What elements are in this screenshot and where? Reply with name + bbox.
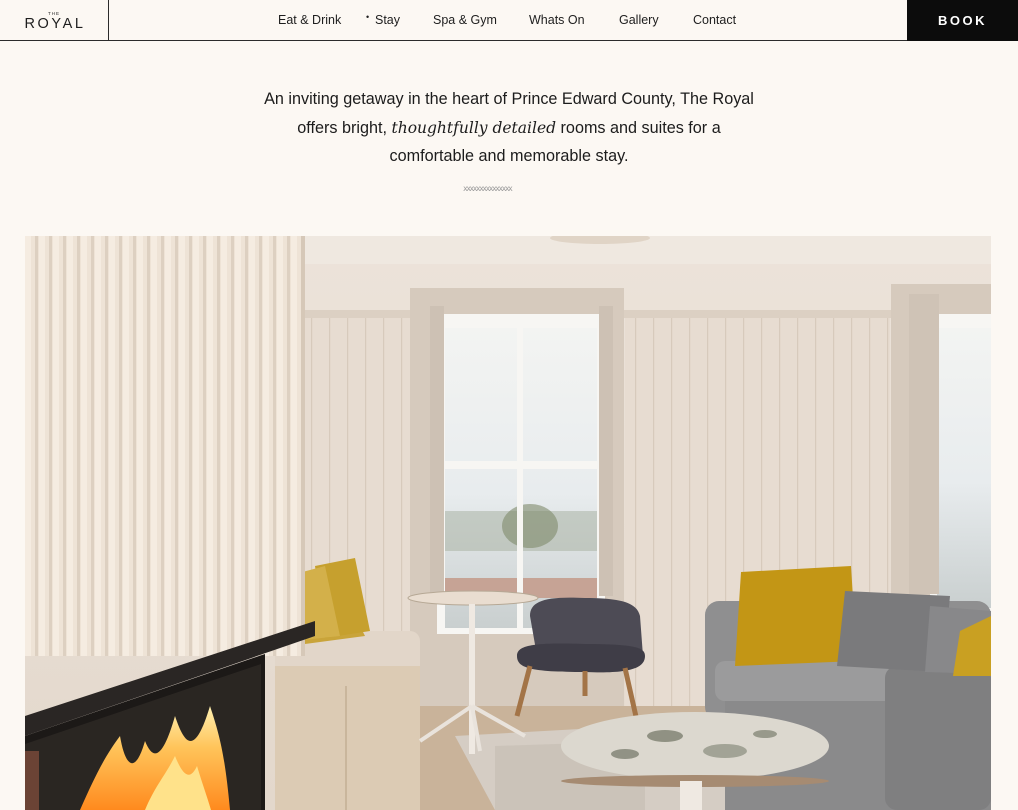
site-header: THE ROYAL Eat & Drink • Stay Spa & Gym W… [0,0,1018,41]
decorative-divider: xxxxxxxxxxxxxxx [463,184,513,193]
room-illustration [25,236,991,810]
intro-paragraph: An inviting getaway in the heart of Prin… [259,85,759,171]
active-nav-marker: • [366,12,370,22]
nav-whats-on[interactable]: Whats On [529,13,585,27]
nav-spa-gym[interactable]: Spa & Gym [433,13,497,27]
main-nav: Eat & Drink • Stay Spa & Gym Whats On Ga… [0,0,1018,41]
book-button[interactable]: BOOK [907,0,1018,41]
nav-contact[interactable]: Contact [693,13,736,27]
intro-text-emphasis: thoughtfully detailed [391,118,557,137]
nav-gallery[interactable]: Gallery [619,13,659,27]
hotel-room-interior-photo [25,236,991,810]
nav-eat-drink[interactable]: Eat & Drink [278,13,341,27]
nav-stay[interactable]: Stay [375,13,400,27]
